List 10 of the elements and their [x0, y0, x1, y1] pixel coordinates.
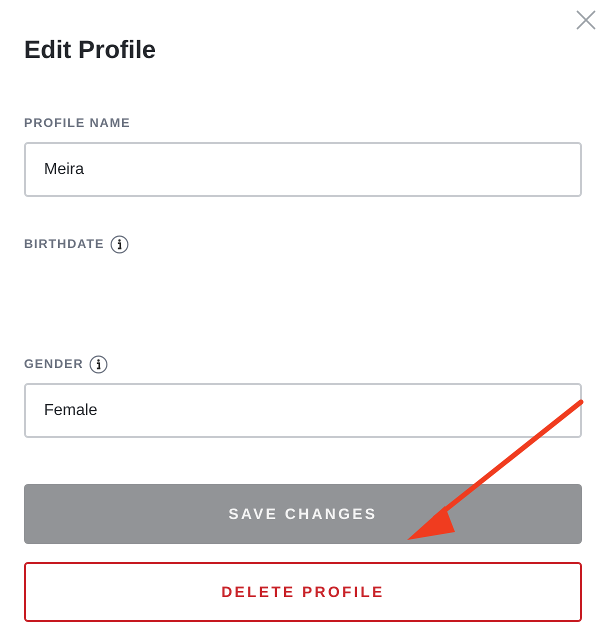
field-label: PROFILE NAME — [24, 116, 130, 130]
info-icon[interactable] — [89, 354, 108, 374]
delete-button[interactable]: DELETE PROFILE — [24, 562, 582, 622]
info-icon[interactable] — [110, 234, 130, 254]
close-icon[interactable] — [576, 10, 596, 30]
profile-name-field[interactable]: Meira — [24, 142, 582, 197]
gender-select[interactable]: Female — [24, 383, 582, 438]
field-label: GENDER — [24, 357, 84, 371]
field-label: BIRTHDATE — [24, 237, 104, 251]
dialog-title: Edit Profile — [24, 35, 157, 66]
